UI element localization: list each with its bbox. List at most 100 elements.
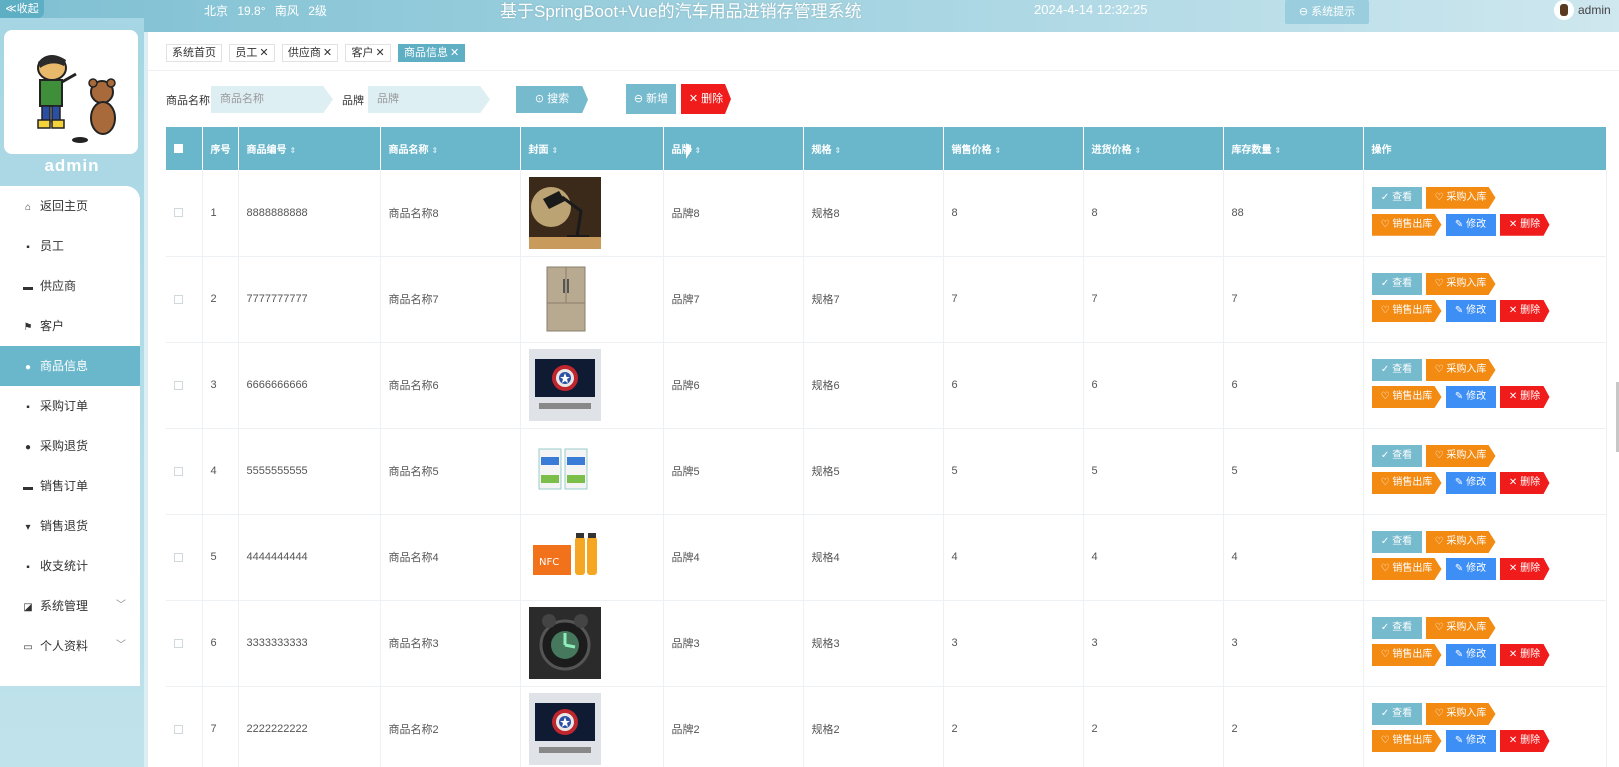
view-button[interactable]: ✓ 查看 [1371, 445, 1422, 467]
stock-out-button[interactable]: ♡ 销售出库 [1371, 558, 1442, 580]
edit-button[interactable]: ✎ 修改 [1445, 472, 1496, 494]
column-header[interactable]: 封面 ⇕ [520, 127, 664, 170]
sort-icon[interactable]: ⇕ [290, 146, 297, 155]
edit-button[interactable]: ✎ 修改 [1445, 386, 1496, 408]
edit-button[interactable]: ✎ 修改 [1445, 644, 1496, 666]
sort-icon[interactable]: ⇕ [1275, 146, 1282, 155]
cover-image[interactable] [528, 176, 663, 249]
grid-icon: ▪ [26, 562, 30, 573]
cover-image[interactable] [528, 693, 663, 765]
view-button[interactable]: ✓ 查看 [1371, 186, 1422, 209]
column-header[interactable]: 商品名称 ⇕ [380, 127, 521, 170]
stock-in-button[interactable]: ♡ 采购入库 [1425, 531, 1496, 553]
cover-image[interactable] [528, 263, 663, 335]
column-header[interactable]: 进货价格 ⇕ [1083, 127, 1224, 170]
column-header[interactable]: 规格 ⇕ [803, 127, 944, 170]
column-header[interactable]: 品牌 ⇕ [663, 127, 804, 170]
sidebar-collapse-button[interactable]: ≪收起 [0, 0, 44, 18]
delete-button[interactable]: ✕ 删除 [1499, 472, 1550, 494]
sidebar-item-profile[interactable]: ▭ 个人资料 ﹀ [0, 626, 140, 666]
stock-in-button[interactable]: ♡ 采购入库 [1425, 359, 1496, 381]
close-icon[interactable]: ✕ [375, 47, 384, 59]
stock-in-button[interactable]: ♡ 采购入库 [1425, 617, 1496, 639]
close-icon[interactable]: ✕ [323, 47, 332, 59]
sidebar-item-sales-order[interactable]: ▬ 销售订单 [0, 466, 140, 506]
row-checkbox[interactable] [174, 294, 183, 304]
delete-button[interactable]: ✕ 删除 [1499, 213, 1550, 236]
select-all-checkbox[interactable] [174, 143, 183, 153]
sort-icon[interactable]: ⇕ [995, 146, 1002, 155]
tab-supplier[interactable]: 供应商 ✕ [281, 44, 339, 62]
stock-in-button[interactable]: ♡ 采购入库 [1425, 703, 1496, 725]
sidebar-item-system[interactable]: ◪ 系统管理 ﹀ [0, 586, 140, 626]
system-tip-button[interactable]: ⊖ 系统提示 [1285, 0, 1369, 24]
view-button[interactable]: ✓ 查看 [1371, 617, 1422, 639]
stock-out-button[interactable]: ♡ 销售出库 [1371, 386, 1442, 408]
row-checkbox[interactable] [174, 466, 183, 476]
sidebar-item-customer[interactable]: ⚑ 客户 [0, 306, 140, 346]
delete-button[interactable]: ✕ 删除 [1499, 644, 1550, 666]
row-checkbox[interactable] [174, 552, 183, 562]
sidebar-item-sales-return[interactable]: ▾ 销售退货 [0, 506, 140, 546]
edit-button[interactable]: ✎ 修改 [1445, 730, 1496, 752]
cover-image[interactable]: NFC [528, 521, 663, 593]
index-cell: 4 [202, 428, 239, 515]
sidebar-item-purchase-return[interactable]: ● 采购退货 [0, 426, 140, 466]
column-header[interactable]: 商品编号 ⇕ [238, 127, 381, 170]
tab-home[interactable]: 系统首页 [166, 44, 222, 62]
sort-icon[interactable]: ⇕ [432, 146, 439, 155]
sort-icon[interactable]: ⇕ [1135, 146, 1142, 155]
cover-image[interactable] [528, 349, 663, 421]
sort-icon[interactable]: ⇕ [835, 146, 842, 155]
name-cell: 商品名称5 [380, 428, 521, 515]
tab-employee[interactable]: 员工 ✕ [229, 44, 275, 62]
spec-cell: 规格4 [803, 514, 944, 601]
batch-delete-button[interactable]: ✕ 删除 [681, 84, 731, 114]
sidebar-item-product[interactable]: ● 商品信息 [0, 346, 140, 386]
delete-button[interactable]: ✕ 删除 [1499, 558, 1550, 580]
view-button[interactable]: ✓ 查看 [1371, 703, 1422, 725]
tab-customer[interactable]: 客户 ✕ [345, 44, 391, 62]
close-icon[interactable]: ✕ [450, 47, 459, 59]
row-checkbox[interactable] [174, 208, 183, 218]
stock-out-button[interactable]: ♡ 销售出库 [1371, 644, 1442, 666]
add-button[interactable]: ⊖ 新增 [626, 84, 676, 114]
row-checkbox[interactable] [174, 380, 183, 390]
product-name-input[interactable]: 商品名称 [211, 86, 333, 113]
search-button[interactable]: ⊙ 搜索 [516, 86, 588, 113]
stock-out-button[interactable]: ♡ 销售出库 [1371, 730, 1442, 752]
edit-button[interactable]: ✎ 修改 [1445, 558, 1496, 580]
delete-button[interactable]: ✕ 删除 [1499, 386, 1550, 408]
row-checkbox[interactable] [174, 724, 183, 734]
view-button[interactable]: ✓ 查看 [1371, 359, 1422, 381]
sidebar-item-purchase-order[interactable]: ▪ 采购订单 [0, 386, 140, 426]
stock-in-button[interactable]: ♡ 采购入库 [1425, 273, 1496, 295]
stock-out-button[interactable]: ♡ 销售出库 [1371, 472, 1442, 494]
edit-button[interactable]: ✎ 修改 [1445, 300, 1496, 322]
close-icon[interactable]: ✕ [259, 47, 268, 59]
delete-button[interactable]: ✕ 删除 [1499, 300, 1550, 322]
sidebar-item-finance[interactable]: ▪ 收支统计 [0, 546, 140, 586]
cover-image[interactable] [528, 607, 663, 679]
sidebar-item-employee[interactable]: ▪ 员工 [0, 226, 140, 266]
column-header[interactable]: 销售价格 ⇕ [943, 127, 1084, 170]
cover-image[interactable] [528, 435, 663, 507]
stock-out-button[interactable]: ♡ 销售出库 [1371, 300, 1442, 322]
stock-in-button[interactable]: ♡ 采购入库 [1425, 445, 1496, 467]
briefcase-icon: ▬ [23, 482, 33, 493]
sort-icon[interactable]: ⇕ [695, 146, 702, 155]
stock-in-button[interactable]: ♡ 采购入库 [1425, 186, 1496, 209]
row-checkbox[interactable] [174, 638, 183, 648]
edit-button[interactable]: ✎ 修改 [1445, 213, 1496, 236]
view-button[interactable]: ✓ 查看 [1371, 273, 1422, 295]
stock-out-button[interactable]: ♡ 销售出库 [1371, 213, 1442, 236]
sidebar-item-supplier[interactable]: ▬ 供应商 [0, 266, 140, 306]
top-user-menu[interactable]: admin [1554, 0, 1611, 20]
sidebar-item-home[interactable]: ⌂ 返回主页 [0, 186, 140, 226]
column-header[interactable]: 库存数量 ⇕ [1223, 127, 1364, 170]
delete-button[interactable]: ✕ 删除 [1499, 730, 1550, 752]
brand-input[interactable]: 品牌 [368, 86, 490, 113]
sort-icon[interactable]: ⇕ [552, 146, 559, 155]
view-button[interactable]: ✓ 查看 [1371, 531, 1422, 553]
tab-product[interactable]: 商品信息 ✕ [398, 44, 466, 62]
